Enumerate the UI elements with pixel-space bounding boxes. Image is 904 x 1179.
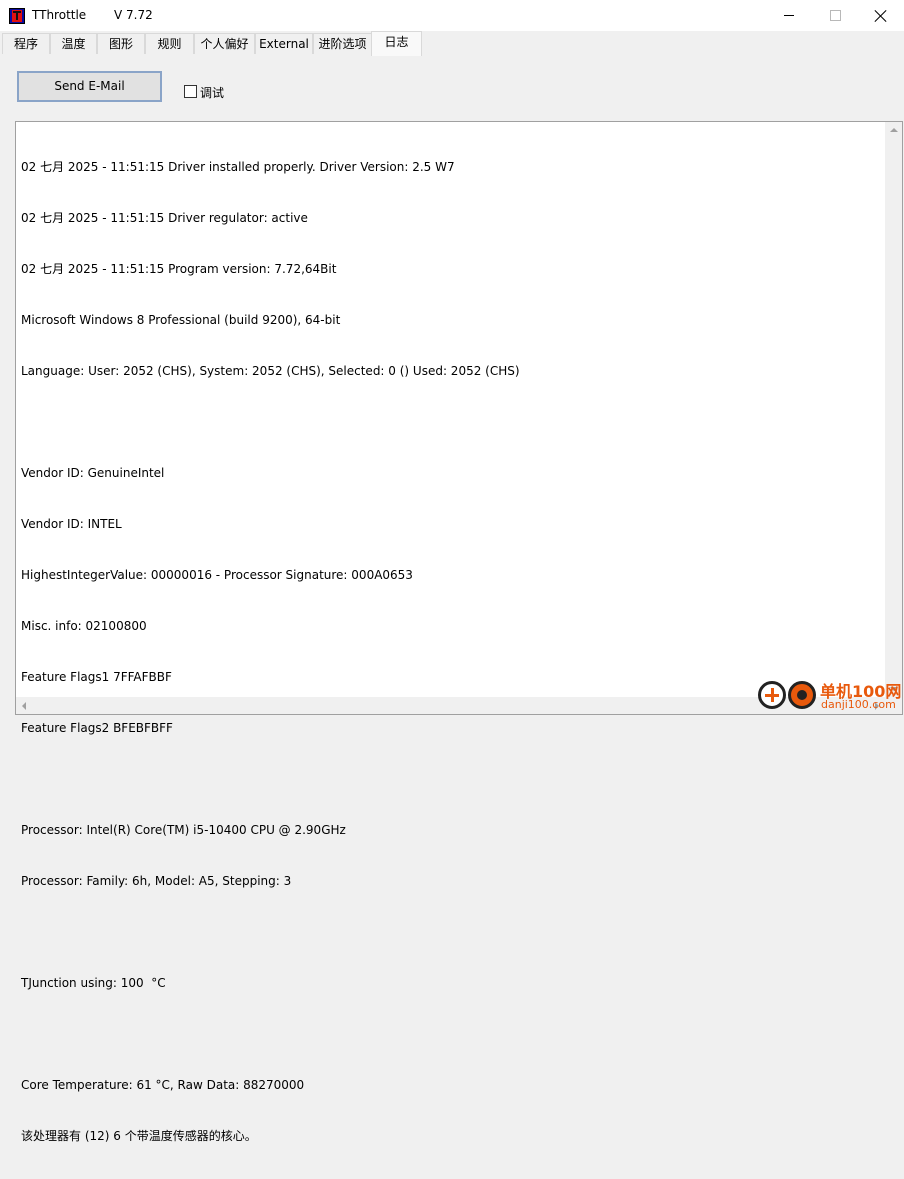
send-email-button[interactable]: Send E-Mail [17,71,162,102]
tab-log[interactable]: 日志 [371,31,422,56]
maximize-button[interactable] [812,0,858,31]
watermark-url: danji100.com [821,698,896,711]
log-line: Processor: Intel(R) Core(TM) i5-10400 CP… [21,823,346,837]
minimize-button[interactable] [766,0,812,31]
log-line: Vendor ID: INTEL [21,517,122,531]
tab-temperature[interactable]: 温度 [50,33,97,54]
log-line: Feature Flags2 BFEBFBFF [21,721,173,735]
window-version: V 7.72 [114,8,153,22]
log-line: Microsoft Windows 8 Professional (build … [21,313,341,327]
scroll-left-icon[interactable] [22,702,26,710]
log-line: Processor: Family: 6h, Model: A5, Steppi… [21,874,292,888]
watermark-plus-icon [758,681,786,709]
tab-graph[interactable]: 图形 [97,33,145,54]
log-line: Misc. info: 02100800 [21,619,147,633]
log-line: TJunction using: 100 °C [21,976,166,990]
tab-preferences[interactable]: 个人偏好 [194,33,255,54]
vertical-scrollbar[interactable] [885,122,902,697]
maximize-icon [829,10,841,21]
log-line: 该处理器有 (12) 6 个带温度传感器的核心。 [21,1129,257,1143]
log-content: 02 七月 2025 - 11:51:15 Driver installed p… [21,125,520,1179]
log-line: Core Temperature: 61 °C, Raw Data: 88270… [21,1078,305,1092]
log-line: 02 七月 2025 - 11:51:15 Driver regulator: … [21,211,308,225]
window-title: TThrottle [32,8,87,22]
close-button[interactable] [858,0,904,31]
tab-rules[interactable]: 规则 [145,33,194,54]
debug-checkbox[interactable] [184,85,197,98]
log-line: Vendor ID: GenuineIntel [21,466,165,480]
tthrottle-app-icon [9,8,25,24]
watermark: 单机100网 danji100.com [755,676,904,717]
log-textbox[interactable]: 02 七月 2025 - 11:51:15 Driver installed p… [15,121,903,1143]
tab-strip: 程序 温度 图形 规则 个人偏好 External 进阶选项 日志 [0,31,904,56]
title-bar: TThrottle V 7.72 [0,0,904,31]
minimize-icon [784,15,794,16]
tab-external[interactable]: External [255,33,313,54]
log-line: Language: User: 2052 (CHS), System: 2052… [21,364,520,378]
scroll-up-icon[interactable] [890,128,898,132]
close-icon [875,10,887,22]
log-line: 02 七月 2025 - 11:51:15 Driver installed p… [21,160,455,174]
log-line: HighestIntegerValue: 00000016 - Processo… [21,568,413,582]
tab-program[interactable]: 程序 [2,33,50,54]
debug-checkbox-label[interactable]: 调试 [200,84,224,101]
tab-advanced[interactable]: 进阶选项 [313,33,372,54]
log-line: Feature Flags1 7FFAFBBF [21,670,172,684]
watermark-dot-icon [788,681,816,709]
log-line: 02 七月 2025 - 11:51:15 Program version: 7… [21,262,337,276]
